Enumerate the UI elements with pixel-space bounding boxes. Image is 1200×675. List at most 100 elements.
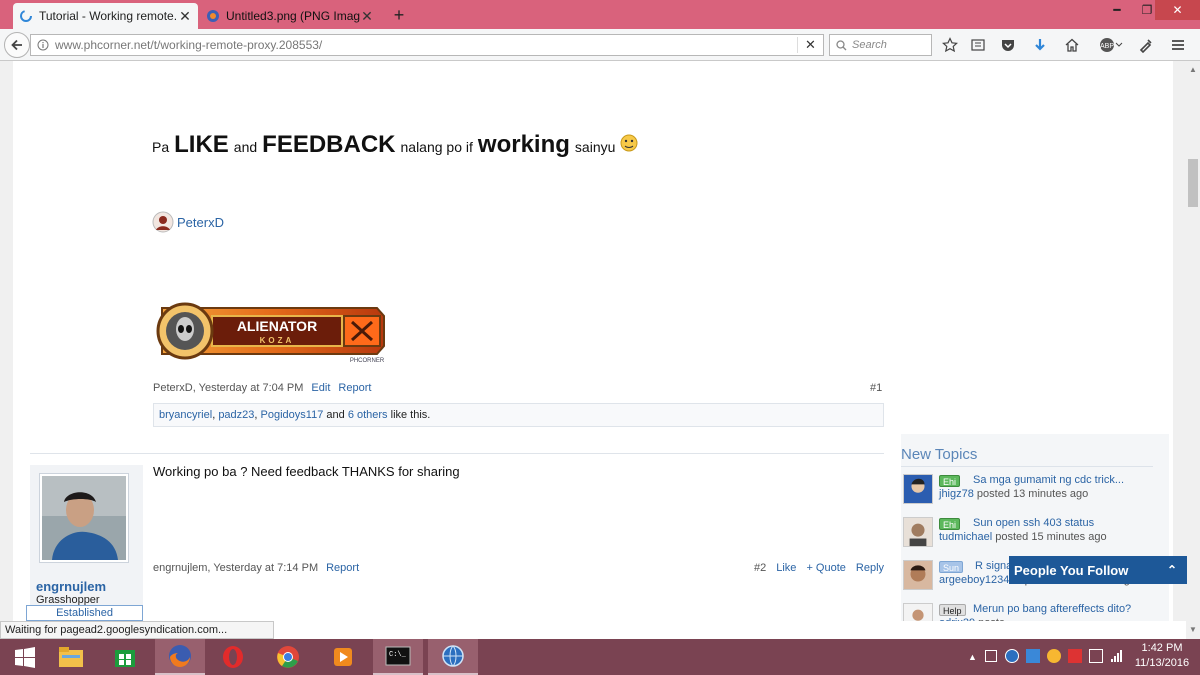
tab-tutorial[interactable]: Tutorial - Working remote... ✕ <box>13 3 198 29</box>
signature-banner: ALIENATOR KOZA PHCORNER <box>152 296 397 366</box>
post1-meta: PeterxD, Yesterday at 7:04 PM Edit Repor… <box>153 382 371 394</box>
prefix-badge: Ehi <box>939 518 961 530</box>
tray-shield-icon[interactable] <box>1026 649 1040 663</box>
scroll-up-icon[interactable]: ▲ <box>1189 65 1197 74</box>
post2-author-name[interactable]: engrnujlem <box>36 579 106 594</box>
status-bar: Waiting for pagead2.googlesyndication.co… <box>0 621 274 639</box>
home-icon[interactable] <box>1062 35 1082 55</box>
windows-start-icon[interactable] <box>0 639 50 675</box>
likes-others[interactable]: 6 others <box>348 409 388 421</box>
menu-icon[interactable] <box>1168 35 1188 55</box>
taskbar-clock[interactable]: 1:42 PM 11/13/2016 <box>1126 641 1198 671</box>
close-tab-icon[interactable]: ✕ <box>178 8 192 25</box>
tray-coin-icon[interactable] <box>1047 649 1061 663</box>
edit-link[interactable]: Edit <box>311 382 330 394</box>
info-icon[interactable] <box>31 39 55 51</box>
post1-author-date[interactable]: PeterxD, Yesterday at 7:04 PM <box>153 382 303 394</box>
post1-number[interactable]: #1 <box>870 382 882 394</box>
scroll-thumb[interactable] <box>1188 159 1198 207</box>
new-topics-title: New Topics <box>901 446 978 463</box>
search-input[interactable]: Search <box>829 34 932 56</box>
post-divider <box>30 453 884 454</box>
post2-avatar[interactable] <box>39 473 129 563</box>
tray-battery-icon[interactable] <box>1089 649 1103 663</box>
firefox-taskbar-icon[interactable] <box>155 639 205 675</box>
search-placeholder: Search <box>852 39 887 51</box>
post2-meta: engrnujlem, Yesterday at 7:14 PM Report <box>153 562 359 574</box>
topic-user[interactable]: jhigz78 <box>939 488 974 500</box>
url-text[interactable]: www.phcorner.net/t/working-remote-proxy.… <box>55 38 797 52</box>
extension-icon[interactable] <box>1136 35 1156 55</box>
signature-user-link[interactable]: PeterxD <box>152 211 224 233</box>
topic-title[interactable]: Merun po bang aftereffects dito? <box>973 603 1131 615</box>
prefix-badge: Sun <box>939 561 964 573</box>
file-explorer-icon[interactable] <box>46 639 96 675</box>
avatar <box>152 211 174 233</box>
windows-taskbar: C:\_ ▲ <box>0 639 1200 675</box>
tray-globe-icon[interactable] <box>1005 649 1019 663</box>
tray-signal-icon[interactable] <box>1110 649 1124 666</box>
page-scrollbar[interactable]: ▲ ▼ <box>1186 61 1200 639</box>
post2-author-date[interactable]: engrnujlem, Yesterday at 7:14 PM <box>153 562 318 574</box>
topic-title[interactable]: Sa mga gumamit ng cdc trick... <box>973 474 1124 486</box>
url-domain: www.phcorner.net <box>55 38 151 52</box>
like-user-1[interactable]: bryancyriel <box>159 409 212 421</box>
network-globe-icon[interactable] <box>428 639 478 675</box>
banner-small-text: PHCORNER <box>350 358 385 364</box>
tray-alert-icon[interactable] <box>1068 649 1082 663</box>
like-link[interactable]: Like <box>776 562 796 574</box>
report-link[interactable]: Report <box>326 562 359 574</box>
adblock-icon[interactable]: ABP <box>1098 35 1124 55</box>
media-player-icon[interactable] <box>318 639 368 675</box>
post1-text-sainyu: sainyu <box>574 139 616 155</box>
topic-user[interactable]: tudmichael <box>939 531 992 543</box>
tab-label: Untitled3.png (PNG Image... <box>226 9 360 23</box>
tray-chevron-up-icon[interactable]: ▲ <box>968 652 977 662</box>
people-you-follow-bar[interactable]: People You Follow ⌃ <box>1009 556 1187 584</box>
browser-title-bar: Tutorial - Working remote... ✕ Untitled3… <box>0 0 1200 29</box>
close-tab-icon[interactable]: ✕ <box>360 8 374 25</box>
pocket-icon[interactable] <box>998 35 1018 55</box>
topic-meta: odrix29 poste <box>939 617 1005 621</box>
new-topic-item[interactable]: Ehi Sa mga gumamit ng cdc trick... jhigz… <box>901 474 1169 514</box>
avatar <box>903 560 933 590</box>
like-user-2[interactable]: padz23 <box>218 409 254 421</box>
like-user-3[interactable]: Pogidoys117 <box>261 409 324 421</box>
chrome-icon[interactable] <box>263 639 313 675</box>
bookmark-star-icon[interactable] <box>940 35 960 55</box>
topic-title[interactable]: Sun open ssh 403 status <box>973 517 1094 529</box>
minimize-icon[interactable]: ━ <box>1102 0 1132 20</box>
command-prompt-icon[interactable]: C:\_ <box>373 639 423 675</box>
new-topic-item[interactable]: Help Merun po bang aftereffects dito? od… <box>901 603 1169 621</box>
tray-app-icon[interactable] <box>985 650 997 662</box>
reading-list-icon[interactable] <box>968 35 988 55</box>
post1-text-nalang: nalang po if <box>400 139 473 155</box>
scroll-down-icon[interactable]: ▼ <box>1189 625 1197 634</box>
post2-author-panel: engrnujlem Grasshopper Established <box>26 465 143 621</box>
url-bar[interactable]: www.phcorner.net/t/working-remote-proxy.… <box>30 34 824 56</box>
topic-user[interactable]: odrix29 <box>939 617 975 621</box>
search-icon <box>836 39 847 50</box>
close-window-icon[interactable]: ✕ <box>1155 0 1200 20</box>
opera-icon[interactable] <box>208 639 258 675</box>
firefox-page-icon <box>207 10 219 22</box>
store-icon[interactable] <box>100 639 150 675</box>
quote-link[interactable]: + Quote <box>806 562 845 574</box>
reply-link[interactable]: Reply <box>856 562 884 574</box>
new-tab-button[interactable]: + <box>389 5 409 25</box>
clock-date: 11/13/2016 <box>1134 657 1190 669</box>
back-button[interactable] <box>4 32 30 58</box>
post1-text-feedback: FEEDBACK <box>262 131 396 158</box>
sidebar-divider <box>901 466 1153 467</box>
dropdown-icon[interactable] <box>800 35 820 55</box>
topic-posted: poste <box>978 617 1005 621</box>
chevron-up-icon[interactable]: ⌃ <box>1167 563 1177 577</box>
new-topic-item[interactable]: Ehi Sun open ssh 403 status tudmichael p… <box>901 517 1169 557</box>
avatar <box>903 603 933 621</box>
banner-title: ALIENATOR <box>237 318 317 334</box>
url-path: /t/working-remote-proxy.208553/ <box>150 38 323 52</box>
post2-number[interactable]: #2 <box>754 562 766 574</box>
downloads-icon[interactable] <box>1030 35 1050 55</box>
report-link[interactable]: Report <box>338 382 371 394</box>
tab-untitled3[interactable]: Untitled3.png (PNG Image... ✕ <box>200 3 380 29</box>
